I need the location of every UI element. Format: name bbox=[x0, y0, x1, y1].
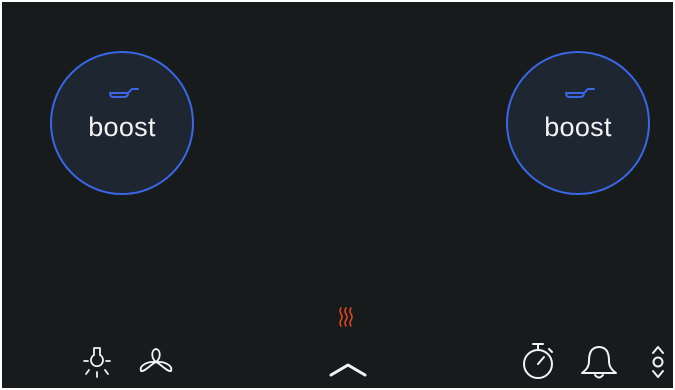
pan-icon bbox=[109, 88, 139, 98]
zone-left-label: boost bbox=[88, 112, 156, 142]
light-icon[interactable] bbox=[82, 346, 112, 378]
bell-icon[interactable] bbox=[578, 344, 620, 380]
pan-icon bbox=[565, 88, 595, 98]
cooking-zone-right[interactable]: boost bbox=[506, 51, 650, 195]
timer-icon[interactable] bbox=[520, 342, 556, 380]
chevron-up-icon[interactable] bbox=[328, 360, 368, 378]
zone-right-label: boost bbox=[544, 112, 612, 142]
up-down-icon[interactable] bbox=[648, 344, 668, 380]
fan-icon[interactable] bbox=[138, 346, 174, 378]
cooking-zone-left[interactable]: boost bbox=[50, 51, 194, 195]
heat-indicator-icon bbox=[339, 307, 353, 327]
cooktop-control-screen: boost boost bbox=[0, 0, 675, 390]
